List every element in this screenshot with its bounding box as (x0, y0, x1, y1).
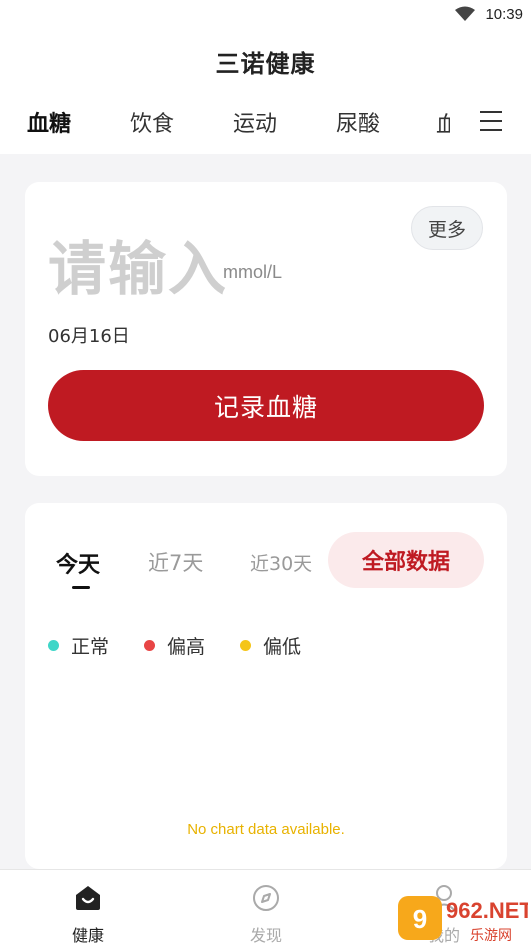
nav-item-discover[interactable]: 发现 (226, 884, 306, 946)
legend-item-high: 偏高 (144, 632, 205, 659)
smile-home-icon (76, 886, 100, 910)
record-glucose-button[interactable]: 记录血糖 (48, 370, 484, 441)
watermark-subtext: 乐游网 (470, 928, 512, 944)
status-bar: 10:39 (0, 0, 531, 30)
tab-diet[interactable]: 饮食 (130, 106, 174, 138)
hamburger-menu-icon[interactable] (480, 111, 502, 131)
page-title: 三诺健康 (215, 50, 316, 78)
status-time: 10:39 (485, 6, 523, 23)
legend-item-low: 偏低 (240, 632, 301, 659)
glucose-input-card: 更多 请输入 mmol/L 06月16日 记录血糖 (25, 182, 507, 476)
tab-exercise[interactable]: 运动 (233, 106, 277, 138)
more-button[interactable]: 更多 (411, 206, 483, 250)
legend-label: 偏低 (263, 636, 302, 658)
svg-text:9: 9 (413, 904, 427, 934)
app-header: 三诺健康 (0, 30, 531, 90)
unit-label: mmol/L (223, 262, 283, 282)
legend-dot-low (240, 640, 251, 651)
tab-blood-glucose[interactable]: 血糖 (27, 106, 71, 138)
legend-label: 偏高 (167, 636, 206, 658)
nav-label: 健康 (71, 926, 104, 945)
compass-icon (253, 885, 279, 911)
glucose-data-card: 今天 近7天 近30天 全部数据 正常 偏高 偏低 No chart data … (25, 503, 507, 869)
watermark-logo: 9 962.NET 乐游网 (398, 896, 528, 944)
legend-dot-normal (48, 640, 59, 651)
range-tab-7-days[interactable]: 近7天 (148, 547, 203, 577)
legend-label: 正常 (71, 636, 110, 658)
range-tab-today[interactable]: 今天 (56, 547, 100, 579)
wifi-icon (455, 6, 475, 21)
legend-item-normal: 正常 (48, 632, 109, 659)
tab-overflow-partial[interactable]: 血 (436, 107, 450, 133)
legend-dot-high (144, 640, 155, 651)
record-date[interactable]: 06月16日 (48, 322, 130, 348)
category-tabs: 血糖 饮食 运动 尿酸 血 (0, 90, 531, 154)
nav-item-health[interactable]: 健康 (48, 884, 128, 946)
watermark-text: 962.NET (446, 898, 528, 923)
active-range-underline (72, 586, 90, 589)
range-tab-30-days[interactable]: 近30天 (250, 549, 312, 576)
glucose-value-input[interactable]: 请输入 (48, 222, 228, 306)
tab-uric-acid[interactable]: 尿酸 (336, 106, 380, 138)
empty-chart-message: No chart data available. (187, 821, 345, 838)
all-data-button[interactable]: 全部数据 (328, 532, 484, 588)
nav-label: 发现 (249, 926, 282, 945)
